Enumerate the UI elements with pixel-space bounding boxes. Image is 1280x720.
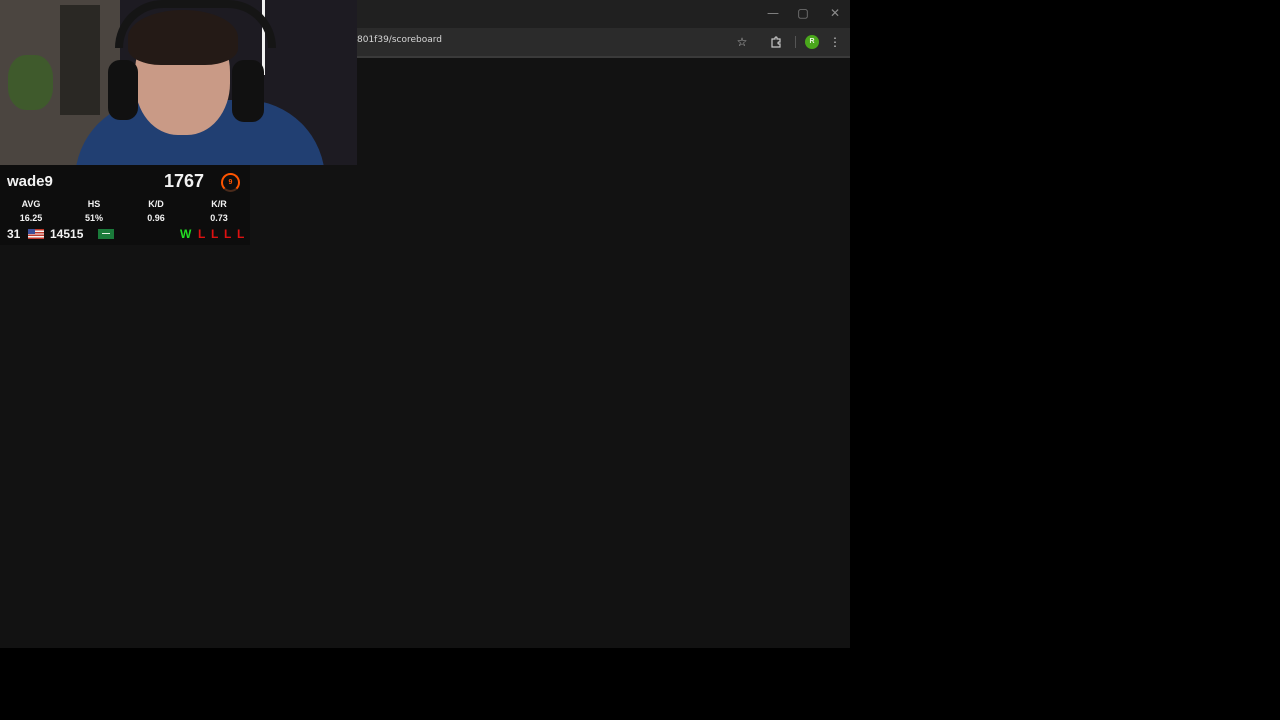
puzzle-icon[interactable] <box>768 34 784 50</box>
stat-label-avg: AVG <box>21 199 41 209</box>
stat-value-kd: 0.96 <box>147 213 165 223</box>
stat-label-kr: K/R <box>211 199 227 209</box>
webcam-feed <box>0 0 357 165</box>
webcam-plant <box>8 55 53 110</box>
star-icon[interactable]: ☆ <box>734 34 750 50</box>
headset-right-cup <box>232 60 264 122</box>
stat-value-kr: 0.73 <box>210 213 228 223</box>
headset-left-cup <box>108 60 138 120</box>
stat-label-kd: K/D <box>148 199 164 209</box>
result-loss: L <box>237 227 245 241</box>
country-rank: 31 <box>7 227 21 241</box>
result-loss: L <box>224 227 232 241</box>
player-name: wade9 <box>7 173 53 190</box>
profile-avatar[interactable]: R <box>805 35 819 49</box>
close-button[interactable]: ✕ <box>825 4 845 22</box>
us-flag-icon <box>28 229 44 239</box>
webcam-shelf <box>60 5 100 115</box>
maximize-button[interactable]: ▢ <box>793 4 813 22</box>
stat-value-hs: 51% <box>84 213 103 223</box>
address-bar[interactable]: 801f39/scoreboard <box>357 35 442 45</box>
toolbar-separator <box>795 36 796 48</box>
stat-value-avg: 16.25 <box>19 213 43 223</box>
level-badge-icon: 9 <box>221 173 240 192</box>
result-loss: L <box>198 227 206 241</box>
minimize-button[interactable]: — <box>763 4 783 22</box>
stats-overlay: wade9 1767 9 AVG HS K/D K/R 16.25 51% 0.… <box>0 165 250 245</box>
kebab-menu-icon[interactable]: ⋮ <box>827 34 843 50</box>
headset-band <box>115 0 276 48</box>
region-flag-icon <box>98 229 114 239</box>
elo-value: 1767 <box>164 171 205 191</box>
result-loss: L <box>211 227 219 241</box>
region-rank: 14515 <box>50 227 84 241</box>
result-win: W <box>180 227 192 241</box>
stat-label-hs: HS <box>87 199 101 209</box>
